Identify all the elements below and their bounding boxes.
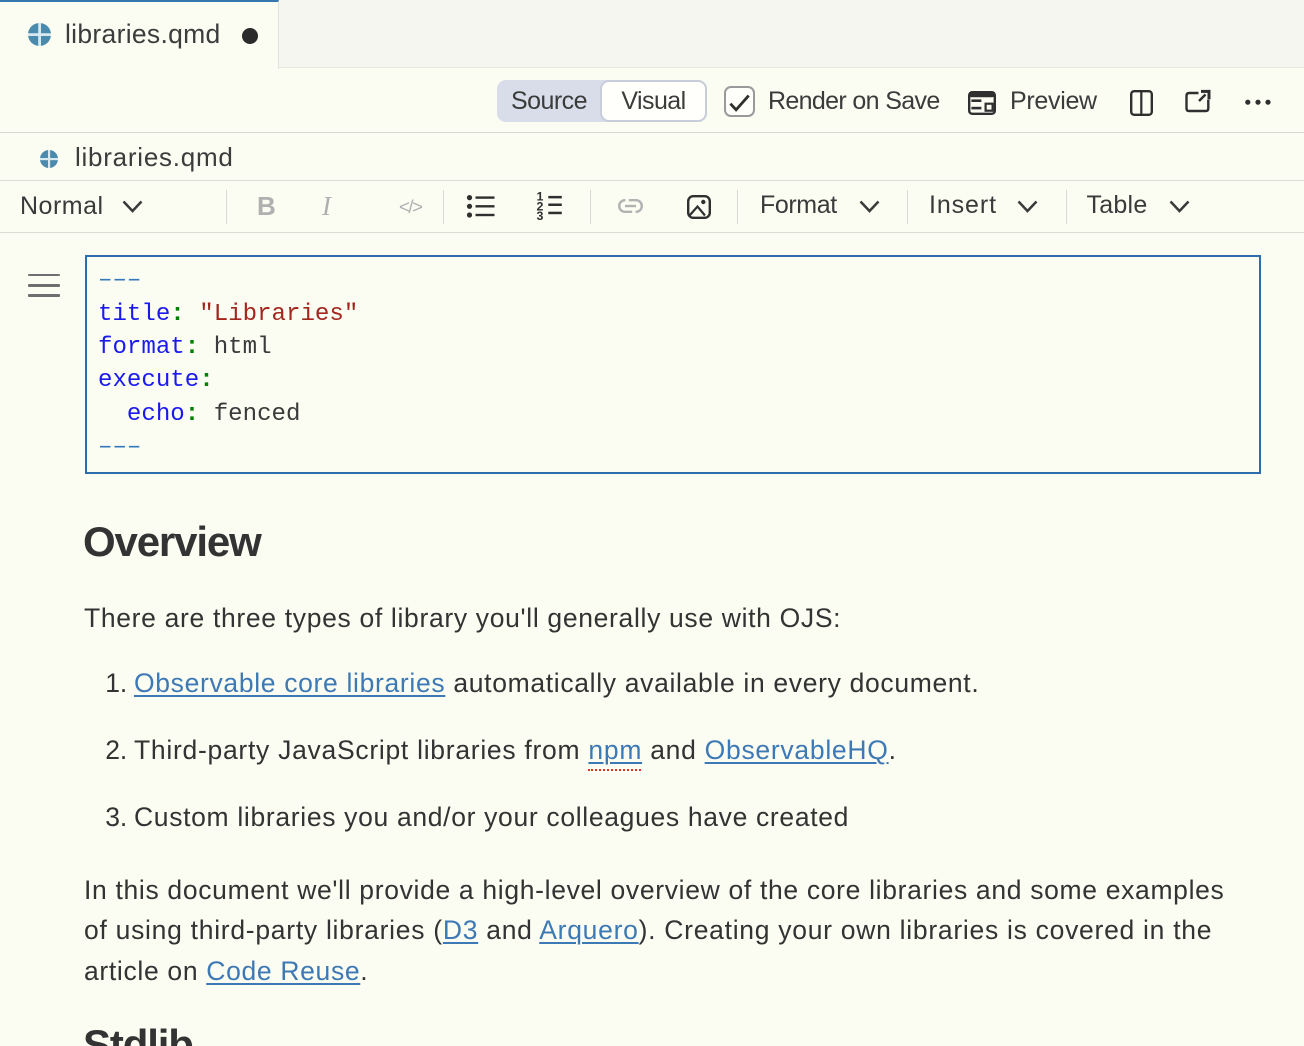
svg-text:3: 3 [536,209,543,223]
